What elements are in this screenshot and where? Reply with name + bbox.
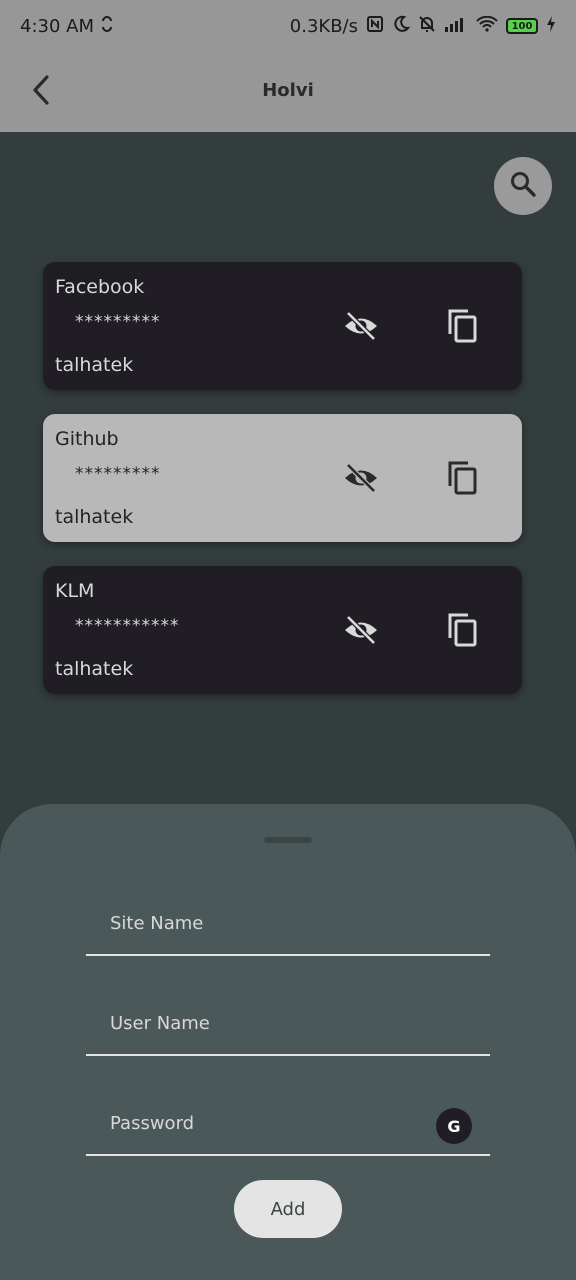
- status-time: 4:30 AM: [20, 15, 94, 37]
- copy-button[interactable]: [441, 610, 485, 654]
- site-name-input[interactable]: [110, 892, 430, 954]
- search-icon: [509, 170, 537, 202]
- signal-icon: [444, 16, 468, 37]
- copy-icon: [447, 612, 479, 652]
- sheet-drag-handle[interactable]: [264, 837, 312, 843]
- password-card-klm[interactable]: KLM *********** talhatek: [43, 566, 522, 694]
- card-site-name: Facebook: [55, 276, 145, 298]
- toggle-visibility-button[interactable]: [339, 458, 383, 502]
- card-site-name: Github: [55, 428, 119, 450]
- password-input[interactable]: [110, 1092, 430, 1154]
- copy-icon: [447, 308, 479, 348]
- eye-off-icon: [343, 615, 379, 649]
- password-card-facebook[interactable]: Facebook ********* talhatek: [43, 262, 522, 390]
- wifi-icon: [476, 15, 498, 37]
- toggle-visibility-button[interactable]: [339, 610, 383, 654]
- card-username: talhatek: [55, 354, 134, 376]
- status-right: 0.3KB/s 100: [290, 15, 556, 38]
- card-password: *********: [75, 464, 161, 484]
- add-button[interactable]: Add: [234, 1180, 342, 1238]
- site-name-field: [86, 892, 490, 956]
- moon-icon: [392, 15, 411, 38]
- sync-icon: [100, 15, 114, 37]
- search-button[interactable]: [494, 157, 552, 215]
- generate-password-button[interactable]: G: [436, 1108, 472, 1144]
- user-name-input[interactable]: [110, 992, 430, 1054]
- battery-icon: 100: [506, 18, 538, 34]
- copy-icon: [447, 460, 479, 500]
- status-left: 4:30 AM: [20, 16, 114, 37]
- page-title: Holvi: [262, 80, 314, 101]
- add-entry-sheet: G Add: [0, 804, 576, 1280]
- password-card-github[interactable]: Github ********* talhatek: [43, 414, 522, 542]
- copy-button[interactable]: [441, 458, 485, 502]
- charging-icon: [546, 15, 556, 37]
- app-bar: Holvi: [0, 52, 576, 132]
- eye-off-icon: [343, 311, 379, 345]
- card-username: talhatek: [55, 658, 134, 680]
- toggle-visibility-button[interactable]: [339, 306, 383, 350]
- card-username: talhatek: [55, 506, 134, 528]
- password-field: G: [86, 1092, 490, 1156]
- network-speed: 0.3KB/s: [289, 15, 358, 37]
- card-password: ***********: [75, 616, 180, 636]
- card-site-name: KLM: [55, 580, 95, 602]
- bell-off-icon: [418, 15, 436, 38]
- eye-off-icon: [343, 463, 379, 497]
- user-name-field: [86, 992, 490, 1056]
- copy-button[interactable]: [441, 306, 485, 350]
- status-bar: 4:30 AM 0.3KB/s 100: [0, 0, 576, 52]
- card-password: *********: [75, 312, 161, 332]
- nfc-icon: [366, 15, 384, 38]
